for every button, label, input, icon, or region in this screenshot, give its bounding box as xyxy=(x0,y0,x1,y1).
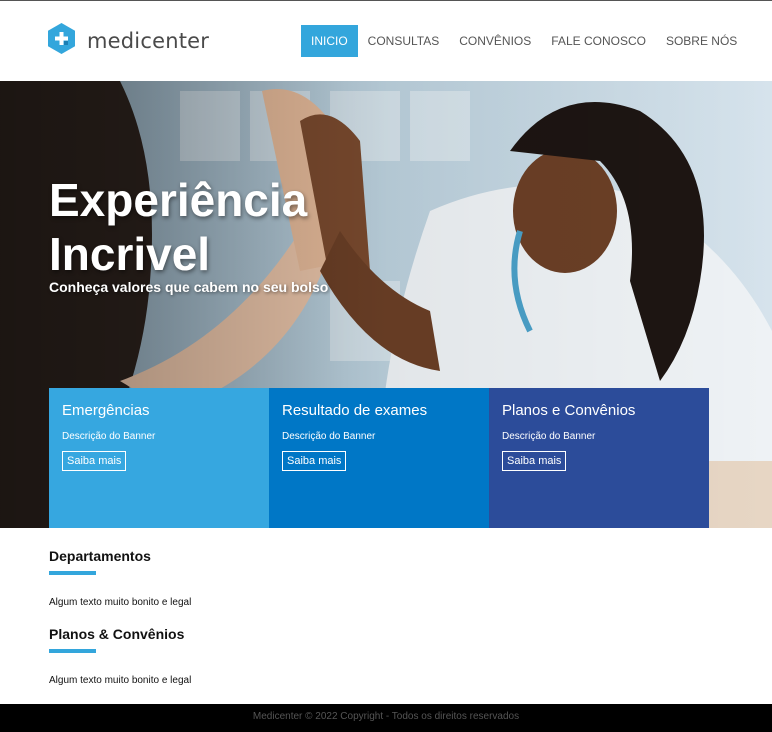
card-planos-convenios: Planos e Convênios Descrição do Banner S… xyxy=(489,388,709,528)
hero-banner: Experiência Incrivel Conheça valores que… xyxy=(0,81,772,528)
card-description: Descrição do Banner xyxy=(62,431,156,442)
footer-copyright: Medicenter © 2022 Copyright - Todos os d… xyxy=(252,711,520,722)
card-description: Descrição do Banner xyxy=(282,431,376,442)
section-text: Algum texto muito bonito e legal xyxy=(49,675,192,686)
site-header: medicenter INICIO CONSULTAS CONVÊNIOS FA… xyxy=(0,1,772,81)
card-title: Planos e Convênios xyxy=(502,402,636,419)
hexagon-plus-icon xyxy=(48,23,75,59)
logo[interactable]: medicenter xyxy=(48,23,209,59)
saiba-mais-button[interactable]: Saiba mais xyxy=(502,451,567,471)
nav-item-convenios[interactable]: CONVÊNIOS xyxy=(449,25,541,57)
nav-item-inicio[interactable]: INICIO xyxy=(301,25,358,57)
card-description: Descrição do Banner xyxy=(502,431,596,442)
main-nav: INICIO CONSULTAS CONVÊNIOS FALE CONOSCO … xyxy=(301,25,747,57)
nav-item-sobre-nos[interactable]: SOBRE NÓS xyxy=(656,25,747,57)
hero-title: Experiência Incrivel xyxy=(49,174,308,280)
section-text: Algum texto muito bonito e legal xyxy=(49,597,192,608)
section-departamentos: Departamentos Algum texto muito bonito e… xyxy=(49,548,191,608)
section-underline xyxy=(49,649,96,653)
nav-item-consultas[interactable]: CONSULTAS xyxy=(358,25,450,57)
feature-cards: Emergências Descrição do Banner Saiba ma… xyxy=(49,388,709,528)
card-title: Emergências xyxy=(62,402,150,419)
section-underline xyxy=(49,571,96,575)
card-resultado-exames: Resultado de exames Descrição do Banner … xyxy=(269,388,489,528)
nav-item-fale-conosco[interactable]: FALE CONOSCO xyxy=(541,25,656,57)
card-title: Resultado de exames xyxy=(282,402,428,419)
saiba-mais-button[interactable]: Saiba mais xyxy=(62,451,127,471)
section-title: Planos & Convênios xyxy=(49,626,185,642)
site-footer: Medicenter © 2022 Copyright - Todos os d… xyxy=(0,704,772,732)
section-title: Departamentos xyxy=(49,548,151,564)
brand-name: medicenter xyxy=(87,29,210,53)
hero-subtitle: Conheça valores que cabem no seu bolso xyxy=(49,279,329,295)
saiba-mais-button[interactable]: Saiba mais xyxy=(282,451,347,471)
card-emergencias: Emergências Descrição do Banner Saiba ma… xyxy=(49,388,269,528)
section-planos-convenios: Planos & Convênios Algum texto muito bon… xyxy=(49,626,191,686)
